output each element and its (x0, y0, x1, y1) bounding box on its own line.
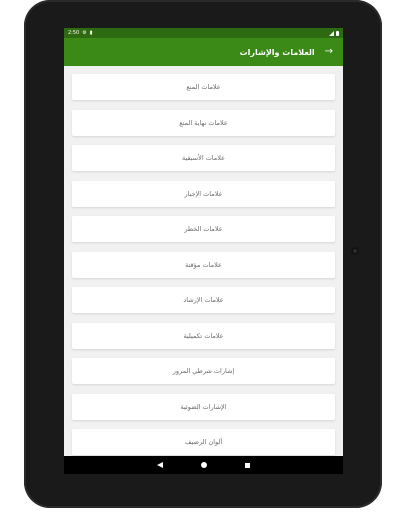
list-item-prohibition[interactable]: علامات المنع (72, 74, 335, 100)
list-item-priority[interactable]: علامات الأسبقية (72, 145, 335, 171)
list-item-label: الإشارات الضوئية (180, 402, 227, 411)
nav-back-icon[interactable] (157, 462, 163, 468)
list-item-traffic-lights[interactable]: الإشارات الضوئية (72, 393, 335, 420)
list-item-label: علامات المنع (186, 83, 221, 91)
settings-icon: ⚙ (82, 30, 87, 36)
list-item-label: علامات الأسبقية (181, 154, 226, 162)
list-item-danger[interactable]: علامات الخطر (72, 216, 335, 242)
list-item-label: علامات الإجبار (184, 189, 223, 198)
sd-card-icon: ▮ (89, 30, 93, 36)
list-item-label: علامات تكميلية (183, 331, 224, 340)
list-item-supplementary[interactable]: علامات تكميلية (72, 322, 335, 349)
status-bar: 2:50 ⚙ ▮ (64, 28, 343, 38)
page-title: العلامات والإشارات (239, 47, 315, 57)
list-item-label: إشارات شرطي المرور (172, 367, 235, 375)
battery-icon (336, 30, 339, 36)
list-item-label: ألوان الرصيف (184, 438, 223, 446)
list-item-curb-colors[interactable]: ألوان الرصيف (72, 429, 335, 455)
nav-home-icon[interactable] (201, 462, 207, 468)
front-camera (351, 247, 359, 255)
list-item-label: علامات مؤقتة (185, 260, 222, 269)
list-item-traffic-police[interactable]: إشارات شرطي المرور (72, 358, 335, 384)
list-item-mandatory[interactable]: علامات الإجبار (72, 180, 335, 207)
list-item-label: علامات نهاية المنع (179, 118, 228, 127)
status-time: 2:50 (68, 30, 80, 36)
signs-list: علامات المنع علامات نهاية المنع علامات ا… (64, 66, 343, 455)
nav-recents-icon[interactable] (245, 462, 250, 468)
wifi-icon (329, 30, 334, 36)
list-item-label: علامات الإرشاد (183, 296, 224, 304)
list-item-label: علامات الخطر (184, 225, 223, 233)
list-item-guidance[interactable]: علامات الإرشاد (72, 287, 335, 313)
arrow-right-icon[interactable]: → (325, 47, 333, 57)
list-item-end-of-prohibition[interactable]: علامات نهاية المنع (72, 109, 335, 136)
list-item-temporary[interactable]: علامات مؤقتة (72, 251, 335, 278)
app-bar: العلامات والإشارات → (64, 38, 343, 66)
system-nav-bar (64, 456, 343, 474)
app-screen: 2:50 ⚙ ▮ العلامات والإشارات → علامات الم… (64, 28, 343, 456)
